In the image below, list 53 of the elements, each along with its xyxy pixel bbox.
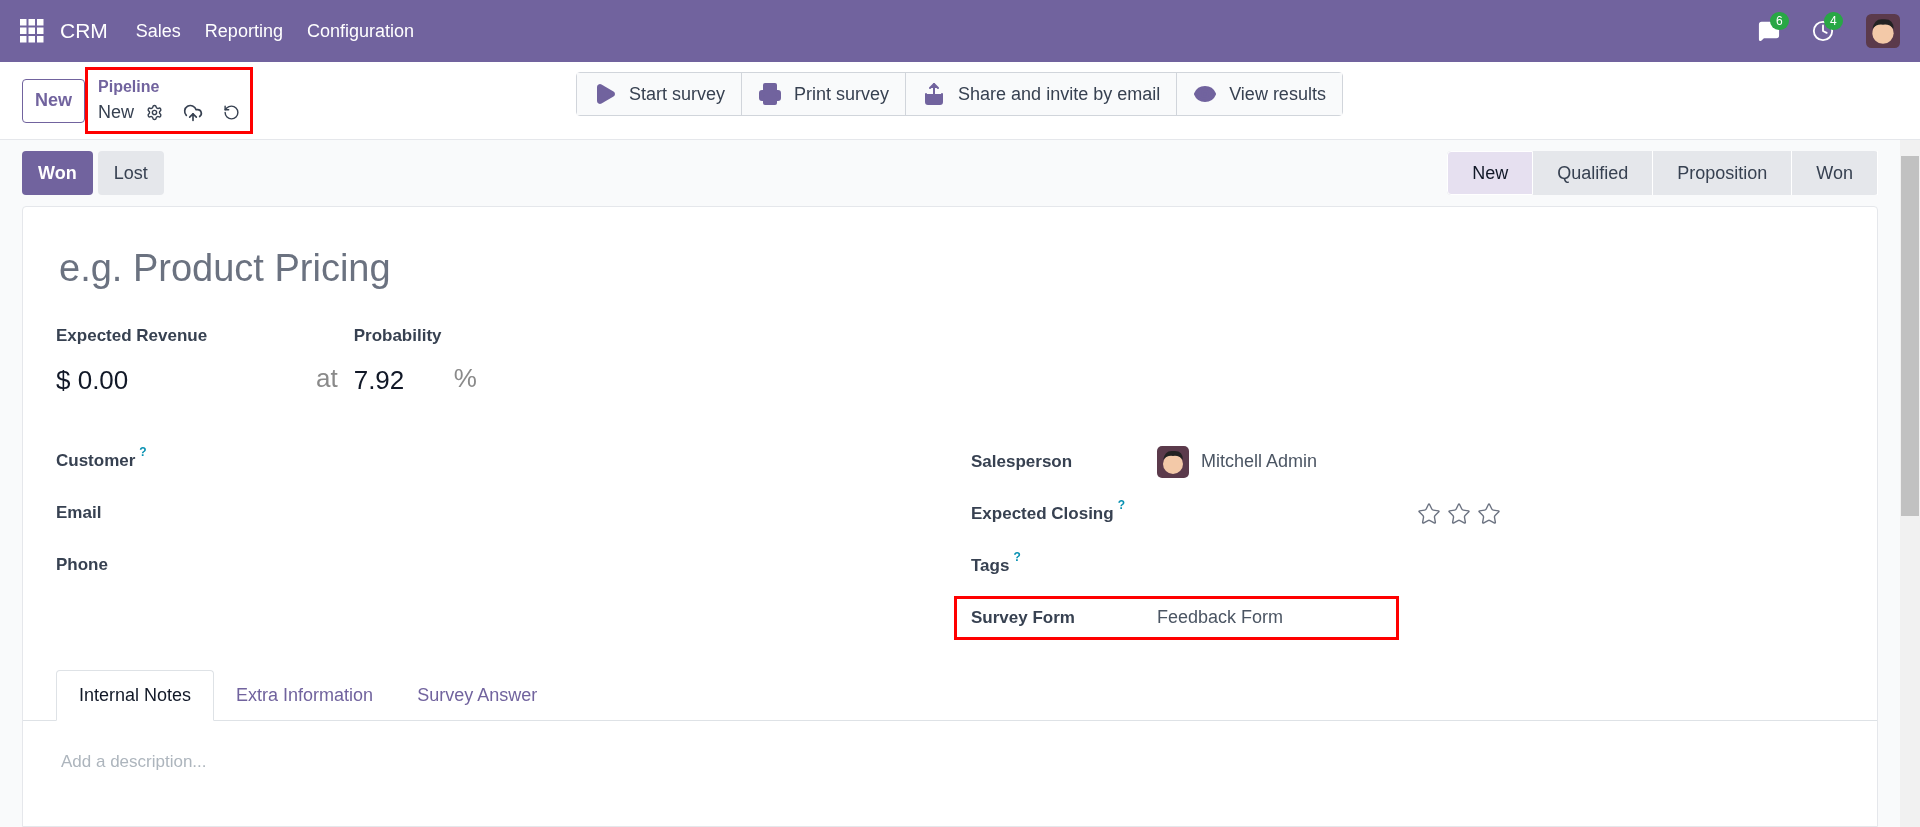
settings-icon[interactable] — [146, 104, 164, 121]
probability-value[interactable]: 7.92 — [353, 360, 454, 400]
title-field[interactable]: e.g. Product Pricing — [56, 243, 956, 293]
field-label: Tags — [971, 554, 1010, 577]
help-tooltip[interactable]: ? — [1117, 497, 1125, 512]
action-button[interactable]: Start survey — [577, 73, 743, 115]
field-label: Expected Revenue — [56, 325, 209, 347]
help-tooltip[interactable]: ? — [1013, 549, 1021, 564]
stage-button[interactable]: Won — [1792, 151, 1878, 195]
menu-item[interactable]: Reporting — [204, 17, 283, 45]
at-label: at — [316, 361, 338, 395]
lost-button[interactable]: Lost — [97, 151, 164, 195]
field-label: Email — [56, 501, 102, 524]
scrollbar[interactable] — [1900, 140, 1920, 827]
stage-button[interactable]: Qualified — [1533, 151, 1654, 195]
count-badge: 6 — [1770, 12, 1789, 30]
won-button[interactable]: Won — [22, 151, 93, 195]
field-label: Probability — [353, 325, 443, 347]
record-name: New — [98, 101, 135, 124]
count-badge: 4 — [1824, 12, 1843, 30]
help-tooltip[interactable]: ? — [139, 444, 147, 459]
new-button[interactable]: New — [22, 78, 85, 123]
action-button[interactable]: View results — [1177, 73, 1342, 115]
percent-sign: % — [453, 361, 477, 395]
avatar-icon — [1157, 445, 1189, 478]
cloud-upload-icon[interactable] — [183, 102, 204, 123]
apps-grid-icon[interactable] — [20, 19, 44, 43]
stage-button[interactable]: New — [1447, 151, 1534, 195]
star-icon[interactable] — [1417, 501, 1441, 526]
stage-button[interactable]: Proposition — [1653, 151, 1793, 195]
field-label: Survey Form — [971, 606, 1075, 629]
priority-stars[interactable] — [1417, 501, 1501, 526]
field-label: Phone — [56, 553, 108, 576]
undo-icon[interactable] — [223, 104, 241, 121]
notebook-tab[interactable]: Extra Information — [214, 669, 396, 721]
salesperson-value[interactable]: Mitchell Admin — [1201, 448, 1318, 475]
field-label: Customer — [56, 449, 136, 472]
notebook-tab[interactable]: Internal Notes — [56, 669, 215, 721]
description-field[interactable]: Add a description... — [61, 748, 861, 774]
field-label: Salesperson — [971, 450, 1073, 473]
field-label: Expected Closing — [971, 502, 1114, 525]
menu-item[interactable]: Configuration — [306, 17, 414, 45]
survey-form-value[interactable]: Feedback Form — [1157, 604, 1284, 631]
breadcrumb-link[interactable]: Pipeline — [98, 75, 241, 99]
notebook-tab[interactable]: Survey Answer — [395, 669, 560, 721]
star-icon[interactable] — [1477, 501, 1501, 526]
app-name[interactable]: CRM — [60, 15, 108, 47]
action-button[interactable]: Print survey — [742, 73, 907, 115]
star-icon[interactable] — [1447, 501, 1471, 526]
menu-item[interactable]: Sales — [135, 17, 181, 45]
avatar-icon — [1866, 14, 1900, 48]
revenue-value[interactable]: $ 0.00 — [56, 360, 316, 400]
action-button[interactable]: Share and invite by email — [906, 73, 1178, 115]
